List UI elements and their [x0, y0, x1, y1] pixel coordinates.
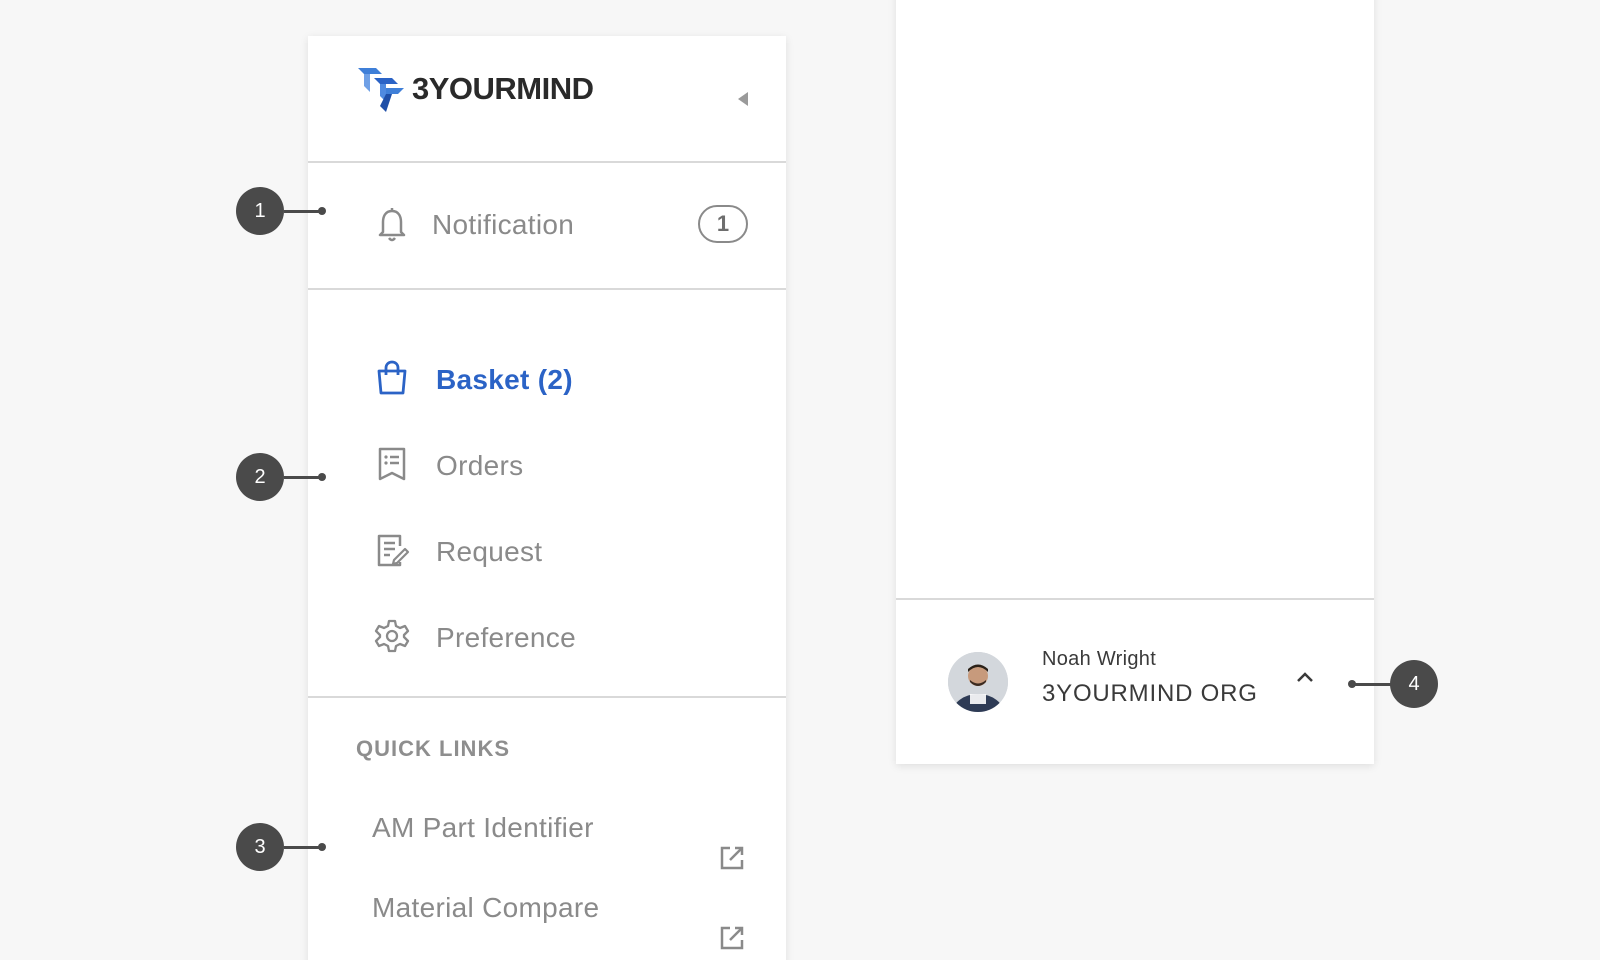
- notification-count-badge: 1: [698, 205, 748, 243]
- annotation-line: [284, 846, 322, 849]
- user-name: Noah Wright: [1042, 648, 1157, 670]
- nav-item-basket[interactable]: Basket (2): [308, 344, 786, 414]
- divider: [308, 696, 786, 698]
- quick-link-label: Material Compare: [372, 892, 600, 923]
- quick-link-am-part-identifier[interactable]: AM Part Identifier: [308, 812, 786, 892]
- nav-item-label: Preference: [436, 622, 576, 653]
- user-avatar-image: [948, 652, 1008, 712]
- user-organization: 3YOURMIND ORG: [1042, 680, 1258, 707]
- brand-logo-icon: [358, 68, 404, 112]
- brand-name: 3YOURMIND: [412, 71, 594, 106]
- annotation-marker-4: 4: [1390, 660, 1438, 708]
- request-icon: [377, 534, 410, 567]
- annotation-dot: [318, 473, 326, 481]
- nav-item-preference[interactable]: Preference: [308, 602, 786, 672]
- nav-item-label: Basket (2): [436, 364, 573, 395]
- quick-links-title: QUICK LINKS: [356, 736, 510, 761]
- bell-icon: [378, 208, 406, 242]
- annotation-marker-3: 3: [236, 823, 284, 871]
- annotation-line: [284, 210, 322, 213]
- chevron-up-icon[interactable]: [1294, 666, 1316, 688]
- nav-item-label: Orders: [436, 450, 524, 481]
- annotation-marker-1: 1: [236, 187, 284, 235]
- collapse-sidebar-icon[interactable]: [734, 89, 754, 109]
- annotation-marker-2: 2: [236, 453, 284, 501]
- navigation-sidebar: 3YOURMIND Notification 1 Basket (2) Orde…: [308, 36, 786, 960]
- annotation-dot: [1348, 680, 1356, 688]
- nav-item-orders[interactable]: Orders: [308, 430, 786, 500]
- annotation-line: [284, 476, 322, 479]
- basket-icon: [377, 360, 407, 395]
- sidebar-bottom-section: Noah Wright 3YOURMIND ORG: [896, 0, 1374, 764]
- external-link-icon: [720, 846, 744, 870]
- nav-item-label: Request: [436, 536, 543, 567]
- user-account-menu[interactable]: Noah Wright 3YOURMIND ORG: [896, 600, 1374, 764]
- quick-link-label: AM Part Identifier: [372, 812, 594, 843]
- brand-logo[interactable]: 3YOURMIND: [356, 64, 594, 114]
- orders-icon: [378, 447, 406, 481]
- notification-label: Notification: [432, 209, 575, 240]
- annotation-line: [1352, 683, 1392, 686]
- notification-item[interactable]: Notification 1: [308, 163, 786, 288]
- logo-header: 3YOURMIND: [308, 36, 786, 161]
- annotation-dot: [318, 207, 326, 215]
- avatar: [948, 652, 1008, 712]
- gear-icon: [374, 619, 410, 653]
- main-nav: Basket (2) Orders Request Preference: [308, 290, 786, 730]
- annotation-dot: [318, 843, 326, 851]
- nav-item-request[interactable]: Request: [308, 516, 786, 586]
- external-link-icon: [720, 926, 744, 950]
- quick-link-material-compare[interactable]: Material Compare: [308, 892, 786, 960]
